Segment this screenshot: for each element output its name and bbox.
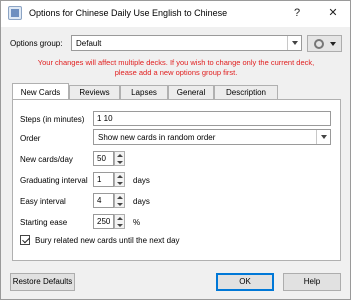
tab-general[interactable]: General bbox=[168, 85, 214, 100]
graduating-interval-value: 1 bbox=[97, 175, 102, 184]
close-icon[interactable]: ✕ bbox=[318, 4, 348, 22]
options-group-value: Default bbox=[76, 39, 102, 48]
easy-interval-value: 4 bbox=[97, 196, 102, 205]
graduating-interval-label: Graduating interval bbox=[20, 176, 88, 185]
starting-ease-label: Starting ease bbox=[20, 218, 68, 227]
chevron-down-icon bbox=[316, 130, 330, 144]
order-select[interactable]: Show new cards in random order bbox=[93, 129, 331, 145]
options-gear-button[interactable] bbox=[307, 35, 342, 52]
chevron-down-icon bbox=[287, 36, 301, 50]
new-per-day-value: 50 bbox=[97, 154, 106, 163]
restore-defaults-button[interactable]: Restore Defaults bbox=[10, 273, 75, 291]
dropdown-arrow-icon bbox=[330, 42, 336, 46]
tab-lapses[interactable]: Lapses bbox=[120, 85, 168, 100]
tab-reviews[interactable]: Reviews bbox=[69, 85, 120, 100]
steps-input[interactable]: 1 10 bbox=[93, 111, 331, 126]
bury-checkbox[interactable] bbox=[20, 235, 30, 245]
easy-interval-label: Easy interval bbox=[20, 197, 66, 206]
easy-interval-stepper[interactable]: 4 bbox=[93, 193, 125, 208]
spin-buttons[interactable] bbox=[114, 172, 125, 187]
steps-value: 1 10 bbox=[97, 114, 113, 123]
gear-icon bbox=[314, 39, 324, 49]
bury-label: Bury related new cards until the next da… bbox=[35, 236, 180, 245]
easy-unit: days bbox=[133, 197, 150, 206]
warning-line-1: Your changes will affect multiple decks.… bbox=[37, 58, 315, 67]
options-group-label: Options group: bbox=[10, 39, 63, 48]
order-label: Order bbox=[20, 134, 41, 143]
spin-buttons[interactable] bbox=[114, 214, 125, 229]
tab-description[interactable]: Description bbox=[214, 85, 278, 100]
help-button[interactable]: Help bbox=[283, 273, 341, 291]
options-dialog: Options for Chinese Daily Use English to… bbox=[0, 0, 351, 300]
order-value: Show new cards in random order bbox=[98, 133, 216, 142]
spin-buttons[interactable] bbox=[114, 193, 125, 208]
app-icon bbox=[8, 6, 22, 20]
ease-unit: % bbox=[133, 218, 141, 227]
steps-label: Steps (in minutes) bbox=[20, 115, 85, 124]
starting-ease-stepper[interactable]: 250 bbox=[93, 214, 125, 229]
spin-buttons[interactable] bbox=[114, 151, 125, 166]
starting-ease-value: 250 bbox=[97, 217, 111, 226]
warning-line-2: please add a new options group first. bbox=[114, 68, 238, 77]
new-per-day-stepper[interactable]: 50 bbox=[93, 151, 125, 166]
options-group-select[interactable]: Default bbox=[71, 35, 302, 51]
window-title: Options for Chinese Daily Use English to… bbox=[29, 8, 228, 18]
help-question-button[interactable]: ? bbox=[282, 4, 312, 22]
graduating-unit: days bbox=[133, 176, 150, 185]
graduating-interval-stepper[interactable]: 1 bbox=[93, 172, 125, 187]
title-bar: Options for Chinese Daily Use English to… bbox=[1, 1, 350, 27]
new-per-day-label: New cards/day bbox=[20, 155, 73, 164]
ok-button[interactable]: OK bbox=[216, 273, 274, 291]
